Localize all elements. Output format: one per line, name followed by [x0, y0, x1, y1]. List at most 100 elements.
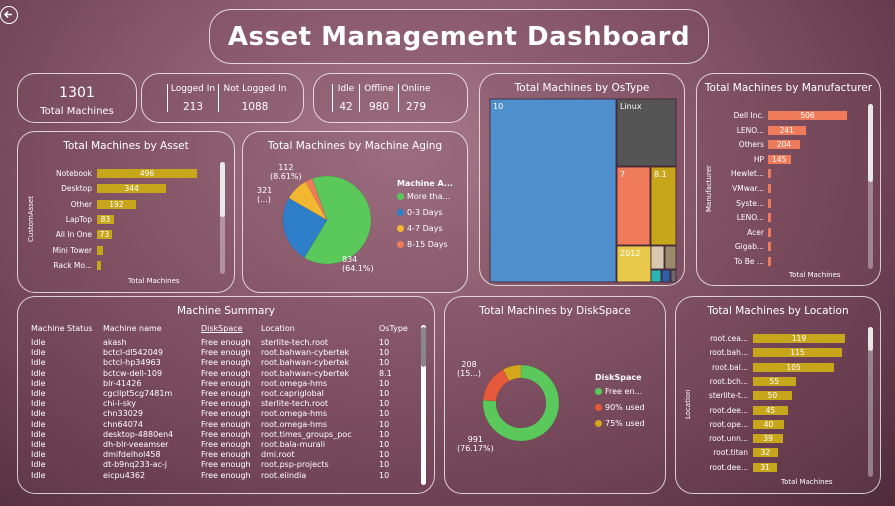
bar-label-root-unn: root.unn...: [709, 434, 748, 444]
bar-acer[interactable]: [768, 227, 771, 237]
table-row[interactable]: Idle eicpu4362 Free enough root.eiindia 10: [28, 471, 412, 481]
table-cell: root.capriglobal: [261, 389, 324, 399]
table-cell: chn33029: [103, 409, 143, 419]
bar-rack-mo[interactable]: [97, 260, 102, 270]
bar-leno[interactable]: [768, 213, 771, 223]
total-machines-label: Total Machines: [40, 106, 114, 117]
table-cell: akash: [103, 338, 127, 347]
table-cell: Idle: [31, 450, 46, 460]
asset-x-axis-title: Total Machines: [128, 277, 180, 285]
table-cell: Free enough: [201, 470, 251, 480]
table-cell: 10: [379, 440, 390, 450]
table-row[interactable]: Idle dh-blr-veeamser Free enough root.bala-…: [28, 440, 412, 450]
table-cell: sterlite-tech.root: [261, 399, 329, 409]
bar-vmwar[interactable]: [768, 184, 771, 193]
bar-value-root-ope: 40: [763, 419, 774, 429]
bar-label-notebook: Notebook: [55, 169, 92, 178]
bar-value-root-bal: 105: [786, 362, 801, 372]
ostype-chart-panel: Total Machines by OsType 10 Linux 7 8.1 2012: [479, 73, 685, 286]
table-row[interactable]: Idle chn64074 Free enough root.omega-hms 10: [28, 420, 412, 430]
slice-90-used[interactable]: [482, 369, 510, 402]
table-cell: Idle: [31, 440, 46, 450]
kpi-machine-status: Idle 42 Offline 980 Online 279: [313, 73, 468, 123]
bar-gigab[interactable]: [768, 242, 771, 252]
table-row[interactable]: Idle bctcl-hp34963 Free enough root.bahwan-…: [28, 358, 412, 368]
table-row[interactable]: Idle chn33029 Free enough root.omega-hms 10: [28, 409, 412, 419]
location-scrollbar[interactable]: [868, 327, 873, 477]
manufacturer-chart-panel: Total Machines by Manufacturer Manufactu…: [696, 73, 881, 286]
column-header-location[interactable]: Location: [258, 321, 376, 338]
bar-label-others: Others: [738, 140, 764, 150]
legend-item-free-en[interactable]: Free en...: [595, 387, 642, 396]
table-cell: dmi.root: [261, 450, 295, 460]
bar-label-to-be: To Be ...: [734, 257, 764, 266]
bar-mini-tower[interactable]: [97, 245, 104, 255]
asset-scrollbar[interactable]: [220, 162, 225, 274]
table-cell: 10: [379, 450, 390, 460]
kpi-login-status: Logged In 213 Not Logged In 1088: [141, 73, 304, 123]
bar-label-desktop: Desktop: [61, 184, 92, 194]
table-row[interactable]: Idle blr-41426 Free enough root.omega-hms 10: [28, 379, 412, 389]
aging-value-2: 321 (...): [257, 186, 273, 204]
bar-label-laptop: LapTop: [65, 214, 92, 224]
bar-to-be[interactable]: [768, 257, 771, 266]
treemap-label-7: 7: [620, 170, 625, 179]
bar-value-root-dee: 31: [760, 462, 770, 472]
legend-item-8-15-days[interactable]: 8-15 Days: [397, 240, 448, 249]
column-header-status[interactable]: Machine Status: [28, 321, 100, 338]
online-value: 279: [405, 101, 427, 113]
column-header-name[interactable]: Machine name: [100, 321, 198, 338]
column-header-diskspace[interactable]: DiskSpace: [198, 321, 258, 338]
table-cell: Free enough: [201, 399, 251, 409]
bar-label-leno: LENO...: [736, 213, 764, 223]
legend-item-4-7-days[interactable]: 4-7 Days: [397, 224, 443, 233]
bar-value-leno: 241: [779, 125, 794, 135]
idle-label: Idle: [337, 84, 355, 94]
treemap-tile-small[interactable]: [670, 269, 677, 283]
table-cell: root.times_groups_poc: [261, 429, 352, 439]
table-row[interactable]: Idle dt-b9nq233-ac-j Free enough root.psp-p…: [28, 460, 412, 470]
table-row[interactable]: Idle cgcllpt5cg7481m Free enough root.capri…: [28, 389, 412, 399]
table-cell: Free enough: [201, 419, 251, 429]
table-row[interactable]: Idle desktop-4880en4 Free enough root.times…: [28, 430, 412, 440]
table-cell: bctcw-dell-109: [103, 368, 163, 378]
bar-hewlet[interactable]: [768, 169, 772, 179]
bar-syste[interactable]: [768, 198, 771, 208]
treemap-tile-10[interactable]: [489, 98, 617, 283]
column-header-ostype[interactable]: OsType: [376, 321, 412, 338]
table-row[interactable]: Idle akash Free enough sterlite-tech.root 10: [28, 338, 412, 348]
legend-item-more-tha[interactable]: More tha...: [397, 192, 450, 201]
manufacturer-scrollbar[interactable]: [868, 104, 873, 269]
table-row[interactable]: Idle bctcl-dl542049 Free enough root.bahwan…: [28, 348, 412, 358]
bar-label-rack-mo: Rack Mo...: [53, 260, 92, 270]
bar-value-laptop: 83: [100, 214, 111, 224]
table-cell: cgcllpt5cg7481m: [103, 389, 173, 399]
back-arrow-icon[interactable]: [0, 6, 18, 24]
table-cell: 10: [379, 460, 390, 470]
bar-label-hp: HP: [753, 154, 764, 164]
table-row[interactable]: Idle dmifdelhol458 Free enough dmi.root 10: [28, 450, 412, 460]
summary-scrollbar[interactable]: [421, 325, 426, 485]
table-row[interactable]: Idle chi-l-sky Free enough sterlite-tech.ro…: [28, 399, 412, 409]
legend-label: 8-15 Days: [407, 240, 448, 249]
bar-label-root-ope: root.ope...: [709, 419, 748, 429]
table-cell: Idle: [31, 460, 46, 470]
treemap-tile-small[interactable]: [661, 269, 671, 283]
table-cell: 10: [379, 358, 390, 368]
treemap-tile-small[interactable]: [650, 269, 662, 283]
treemap-tile-small[interactable]: [664, 245, 677, 270]
legend-item-90-used[interactable]: 90% used: [595, 403, 645, 412]
treemap-tile-small[interactable]: [650, 245, 665, 270]
bar-label-root-dee: root.dee...: [709, 405, 748, 415]
table-cell: Idle: [31, 399, 46, 409]
table-cell: Free enough: [201, 338, 251, 347]
table-row[interactable]: Idle bctcw-dell-109 Free enough root.bahwan…: [28, 369, 412, 379]
table-cell: 8.1: [379, 368, 392, 378]
legend-item-0-3-days[interactable]: 0-3 Days: [397, 208, 443, 217]
table-cell: Idle: [31, 338, 46, 347]
legend-item-75-used[interactable]: 75% used: [595, 419, 645, 428]
bar-value-hp: 145: [772, 154, 787, 164]
table-cell: Free enough: [201, 358, 251, 368]
legend-label: 4-7 Days: [407, 224, 443, 233]
table-cell: desktop-4880en4: [103, 429, 174, 439]
